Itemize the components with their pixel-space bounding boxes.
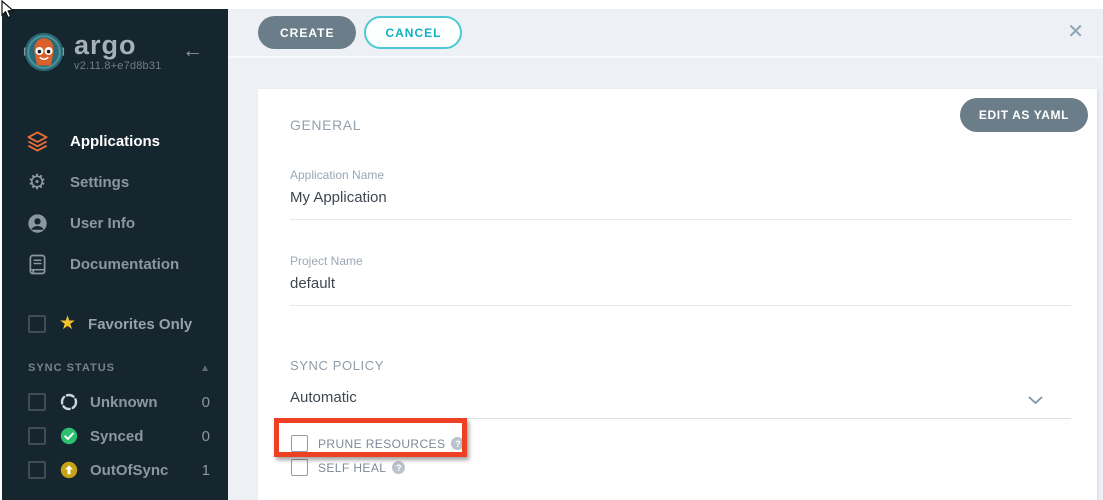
- sync-status-section-header: SYNC STATUS ▲: [28, 362, 210, 374]
- filter-label: Unknown: [90, 394, 202, 411]
- close-icon[interactable]: ✕: [1067, 19, 1084, 44]
- filter-row-outofsync: OutOfSync 1: [28, 453, 210, 487]
- application-name-input[interactable]: My Application: [290, 189, 1071, 220]
- filter-label: Synced: [90, 428, 202, 445]
- gear-icon: ⚙: [22, 172, 52, 194]
- application-name-label: Application Name: [290, 168, 1071, 182]
- sidebar-item-label: Documentation: [70, 256, 179, 273]
- prune-resources-option: PRUNE RESOURCES ?: [291, 435, 1071, 452]
- filter-label: OutOfSync: [90, 462, 202, 479]
- outofsync-up-arrow-icon: [60, 461, 78, 479]
- cancel-button[interactable]: CANCEL: [364, 16, 462, 49]
- app-title: argo: [74, 32, 162, 58]
- version-label: v2.11.8+e7d8b31: [74, 60, 162, 72]
- sidebar-item-label: Applications: [70, 133, 160, 150]
- filter-row-unknown: Unknown 0: [28, 385, 210, 419]
- sync-policy-section-title: SYNC POLICY: [290, 358, 1071, 373]
- self-heal-label: SELF HEAL: [318, 461, 386, 475]
- sidebar-item-label: User Info: [70, 215, 135, 232]
- sidebar-collapse-arrow-icon[interactable]: ←: [182, 41, 203, 61]
- favorites-only-filter: ★ Favorites Only: [28, 315, 192, 333]
- synced-checkbox[interactable]: [28, 427, 46, 445]
- help-icon[interactable]: ?: [451, 437, 464, 450]
- project-name-input[interactable]: default: [290, 275, 1071, 306]
- help-icon[interactable]: ?: [392, 461, 405, 474]
- filter-count: 1: [202, 462, 210, 479]
- outofsync-checkbox[interactable]: [28, 461, 46, 479]
- sync-status-header-label: SYNC STATUS: [28, 362, 115, 374]
- action-toolbar: CREATE CANCEL ✕: [228, 9, 1103, 58]
- book-icon: [22, 254, 52, 275]
- application-name-field-group: Application Name My Application: [290, 168, 1071, 220]
- project-name-field-group: Project Name default: [290, 254, 1071, 306]
- unknown-checkbox[interactable]: [28, 393, 46, 411]
- favorites-only-label: Favorites Only: [88, 316, 192, 333]
- filter-count: 0: [202, 394, 210, 411]
- application-form-card: EDIT AS YAML GENERAL Application Name My…: [258, 89, 1097, 500]
- create-button[interactable]: CREATE: [258, 16, 356, 49]
- filter-count: 0: [202, 428, 210, 445]
- sync-policy-selected-value: Automatic: [290, 389, 357, 406]
- collapse-triangle-icon[interactable]: ▲: [200, 363, 210, 374]
- self-heal-option: SELF HEAL ?: [291, 459, 1071, 476]
- sync-status-filter-list: Unknown 0 Synced 0: [28, 385, 210, 487]
- edit-as-yaml-button[interactable]: EDIT AS YAML: [960, 98, 1088, 132]
- logo-block: argo v2.11.8+e7d8b31: [23, 31, 162, 73]
- layers-icon: [22, 130, 52, 153]
- sidebar-nav: Applications ⚙ Settings User Info: [2, 121, 228, 285]
- self-heal-checkbox[interactable]: [291, 459, 308, 476]
- sidebar-item-user-info[interactable]: User Info: [2, 203, 228, 244]
- argo-create-application-screen: argo v2.11.8+e7d8b31 ← Applications ⚙ Se…: [0, 0, 1103, 500]
- prune-resources-label: PRUNE RESOURCES: [318, 437, 445, 451]
- sidebar-item-label: Settings: [70, 174, 129, 191]
- argo-octopus-logo-icon: [23, 31, 65, 73]
- sync-policy-select[interactable]: Automatic: [290, 389, 1071, 419]
- sidebar-item-applications[interactable]: Applications: [2, 121, 228, 162]
- logo-text-block: argo v2.11.8+e7d8b31: [74, 32, 162, 72]
- prune-resources-checkbox[interactable]: [291, 435, 308, 452]
- general-section-title: GENERAL: [290, 117, 1071, 133]
- sidebar: argo v2.11.8+e7d8b31 ← Applications ⚙ Se…: [2, 9, 228, 500]
- chevron-down-icon: [1028, 392, 1043, 410]
- main-panel: CREATE CANCEL ✕ EDIT AS YAML GENERAL App…: [228, 9, 1103, 500]
- user-icon: [22, 213, 52, 234]
- star-icon: ★: [59, 315, 76, 333]
- sidebar-item-settings[interactable]: ⚙ Settings: [2, 162, 228, 203]
- synced-check-icon: [60, 427, 78, 445]
- sidebar-item-documentation[interactable]: Documentation: [2, 244, 228, 285]
- project-name-label: Project Name: [290, 254, 1071, 268]
- favorites-only-checkbox[interactable]: [28, 315, 46, 333]
- mouse-cursor-icon: [0, 0, 16, 20]
- unknown-circle-icon: [60, 393, 78, 411]
- filter-row-synced: Synced 0: [28, 419, 210, 453]
